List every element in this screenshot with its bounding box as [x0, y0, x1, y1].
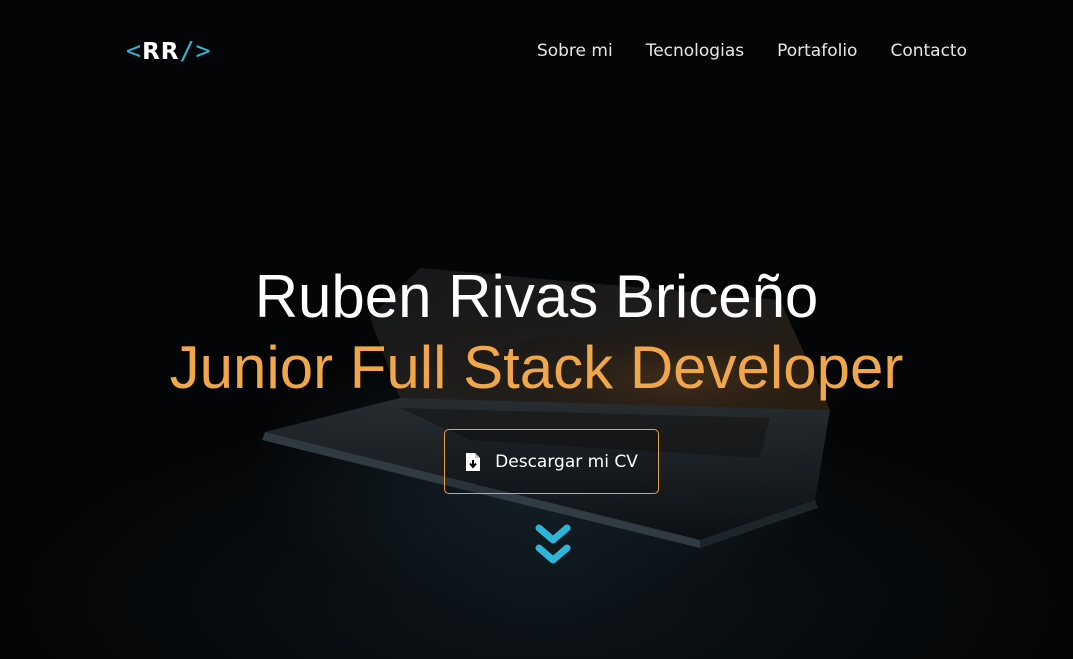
double-chevron-down-icon[interactable] [535, 524, 571, 568]
download-cv-label: Descargar mi CV [495, 451, 638, 472]
logo[interactable]: <RR/> [126, 36, 212, 67]
nav-link-contacto[interactable]: Contacto [890, 40, 967, 62]
logo-open-bracket: < [126, 36, 143, 65]
navbar: <RR/> Sobre mi Tecnologias Portafolio Co… [0, 0, 1073, 100]
hero-name: Ruben Rivas Briceño [254, 263, 819, 330]
hero-title-block: Ruben Rivas Briceño Junior Full Stack De… [0, 262, 1073, 404]
download-cv-button[interactable]: Descargar mi CV [444, 429, 659, 494]
logo-close-bracket: /> [179, 36, 212, 65]
nav-link-tecnologias[interactable]: Tecnologias [646, 40, 744, 62]
hero-section: <RR/> Sobre mi Tecnologias Portafolio Co… [0, 0, 1073, 659]
file-download-icon [465, 452, 481, 472]
nav-link-sobre-mi[interactable]: Sobre mi [537, 40, 613, 62]
nav-links: Sobre mi Tecnologias Portafolio Contacto [537, 40, 967, 62]
hero-role: Junior Full Stack Developer [169, 334, 904, 401]
logo-text: RR [142, 39, 180, 65]
nav-link-portafolio[interactable]: Portafolio [777, 40, 857, 62]
